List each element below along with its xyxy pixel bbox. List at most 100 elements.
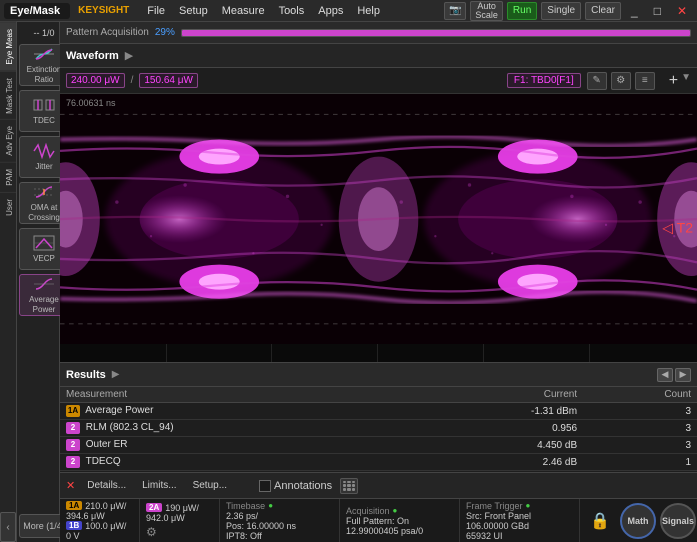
close-icon: ✕ xyxy=(66,479,75,492)
ch-edit-icon[interactable]: ✎ xyxy=(587,72,607,90)
ch-settings-gear[interactable]: ⚙ xyxy=(146,525,157,539)
close-button[interactable]: ✕ xyxy=(671,4,693,18)
ch1a-val4: 0 V xyxy=(66,531,133,541)
status-acquisition: Acquisition ● Full Pattern: On 12.990004… xyxy=(340,499,460,542)
signals-button[interactable]: Signals xyxy=(660,503,696,539)
meas-count-cell: 3 xyxy=(583,420,697,437)
meas-count-cell: 3 xyxy=(583,403,697,420)
acq-val2: 12.99000405 psa/0 xyxy=(346,526,453,536)
math-button[interactable]: Math xyxy=(620,503,656,539)
ch-plus-icon[interactable]: + xyxy=(669,72,678,90)
meas-current-cell: 0.956 xyxy=(412,420,583,437)
ch-menu-icon[interactable]: ≡ xyxy=(635,72,655,90)
menu-tools[interactable]: Tools xyxy=(273,3,311,19)
ch-icons: ✎ ⚙ ≡ xyxy=(587,72,655,90)
auto-scale-button[interactable]: AutoScale xyxy=(470,1,503,21)
waveform-bar: Waveform ▶ xyxy=(60,44,697,68)
clear-button[interactable]: Clear xyxy=(585,2,621,20)
status-timebase: Timebase ● 2.36 ps/ Pos: 16.00000 ns IPT… xyxy=(220,499,340,542)
meas-badge: 2 xyxy=(66,439,80,451)
scroll-right-btn[interactable]: ▶ xyxy=(675,368,691,382)
waveform-arrow[interactable]: ▶ xyxy=(125,49,133,62)
results-arrow[interactable]: ▶ xyxy=(112,369,120,380)
title-bar: Eye/Mask KEYSIGHT File Setup Measure Too… xyxy=(0,0,697,22)
menu-bar: File Setup Measure Tools Apps Help xyxy=(141,3,444,19)
ch1a-val1: 210.0 μW/ xyxy=(85,501,126,511)
ch1a-badge: 1A xyxy=(66,501,82,510)
meas-count-cell: 3 xyxy=(583,437,697,454)
status-ch1a: 1A 210.0 μW/ 394.6 μW 1B 100.0 μW/ 0 V xyxy=(60,499,140,542)
table-row: 2 TDECQ 2.46 dB 1 xyxy=(60,454,697,471)
acquisition-bar: Pattern Acquisition 29% xyxy=(60,22,697,44)
table-row: 1A Average Power -1.31 dBm 3 xyxy=(60,403,697,420)
menu-apps[interactable]: Apps xyxy=(312,3,349,19)
content-area: Pattern Acquisition 29% Waveform ▶ 240.0… xyxy=(60,22,697,542)
results-panel: Results ▶ ◀ ▶ Measurement Current Count xyxy=(60,362,697,472)
single-button[interactable]: Single xyxy=(541,2,581,20)
menu-measure[interactable]: Measure xyxy=(216,3,271,19)
details-button[interactable]: Details... xyxy=(83,479,130,492)
menu-setup[interactable]: Setup xyxy=(173,3,214,19)
timebase-val2: Pos: 16.00000 ns xyxy=(226,521,333,531)
maximize-button[interactable]: □ xyxy=(648,4,667,18)
ch-value2[interactable]: 150.64 μW xyxy=(139,73,198,88)
run-button[interactable]: Run xyxy=(507,2,537,20)
ch1b-badge: 1B xyxy=(66,521,82,530)
scroll-left-btn[interactable]: ◀ xyxy=(657,368,673,382)
frame-trigger-val2: 106.00000 GBd xyxy=(466,521,573,531)
camera-button[interactable]: 📷 xyxy=(444,2,466,20)
ch-settings-icon[interactable]: ⚙ xyxy=(611,72,631,90)
minimize-button[interactable]: _ xyxy=(625,4,644,18)
meas-name-cell: 1A Average Power xyxy=(60,403,412,420)
acq-progress-fill xyxy=(182,30,690,36)
meas-name-cell: 2 Outer ER xyxy=(60,437,412,454)
adv-eye-tab[interactable]: Adv Eye xyxy=(0,119,16,162)
trigger-arrow[interactable]: ◁ T2 xyxy=(662,220,693,237)
frame-trigger-val3: 65932 UI xyxy=(466,531,573,541)
timebase-label: Timebase xyxy=(226,501,265,511)
meas-badge: 2 xyxy=(66,422,80,434)
frame-trigger-label: Frame Trigger xyxy=(466,501,523,511)
acq-percent: 29% xyxy=(155,27,175,38)
timebase-val1: 2.36 ps/ xyxy=(226,511,333,521)
table-row: 2 Outer ER 4.450 dB 3 xyxy=(60,437,697,454)
grid-layout-button[interactable] xyxy=(340,478,358,494)
status-right-buttons: 🔒 Math Signals xyxy=(580,499,697,542)
annotations-label: Annotations xyxy=(274,480,332,492)
ch2a-val1: 190 μW/ xyxy=(165,503,199,513)
mask-test-tab[interactable]: Mask Test xyxy=(0,71,16,120)
annotations-checkbox[interactable] xyxy=(259,480,271,492)
ch-value1[interactable]: 240.00 μW xyxy=(66,73,125,88)
meas-name-cell: 2 RLM (802.3 CL_94) xyxy=(60,420,412,437)
menu-file[interactable]: File xyxy=(141,3,171,19)
meas-count-cell: 1 xyxy=(583,454,697,471)
col-count: Count xyxy=(583,387,697,403)
collapse-button[interactable]: ‹ xyxy=(0,512,16,542)
waveform-label: Waveform xyxy=(66,50,119,62)
main-layout: Eye Meas Mask Test Adv Eye PAM User ‹ --… xyxy=(0,22,697,542)
frame-trigger-indicator: ● xyxy=(526,501,531,510)
status-ch2a: 2A 190 μW/ 942.0 μW ⚙ xyxy=(140,499,220,542)
acq-label: Pattern Acquisition xyxy=(66,27,149,38)
left-panel: Eye Meas Mask Test Adv Eye PAM User ‹ --… xyxy=(0,22,60,542)
status-frame-trigger: Frame Trigger ● Src: Front Panel 106.000… xyxy=(460,499,580,542)
results-table: Measurement Current Count 1A Average Pow… xyxy=(60,387,697,471)
time-label: 76.00631 ns xyxy=(66,98,116,108)
meas-current-cell: 4.450 dB xyxy=(412,437,583,454)
frame-trigger-val1: Src: Front Panel xyxy=(466,511,573,521)
setup-button[interactable]: Setup... xyxy=(189,479,231,492)
menu-help[interactable]: Help xyxy=(351,3,386,19)
ch-dropdown-icon[interactable]: ▼ xyxy=(681,72,691,90)
scope-display[interactable]: 76.00631 ns ◁ T2 xyxy=(60,94,697,362)
ch-name[interactable]: F1: TBD0[F1] xyxy=(507,73,581,88)
timebase-val3: IPT8: Off xyxy=(226,531,333,541)
eye-diagram-svg xyxy=(60,94,697,344)
limits-button[interactable]: Limits... xyxy=(138,479,180,492)
pam-tab[interactable]: PAM xyxy=(0,162,16,192)
user-tab[interactable]: User xyxy=(0,192,16,222)
ratio-display: -- 1/0 xyxy=(31,26,56,40)
lock-button[interactable]: 🔒 xyxy=(584,503,616,539)
eye-meas-tab[interactable]: Eye Meas xyxy=(0,22,16,71)
meas-badge: 2 xyxy=(66,456,80,468)
results-header: Results ▶ ◀ ▶ xyxy=(60,363,697,387)
